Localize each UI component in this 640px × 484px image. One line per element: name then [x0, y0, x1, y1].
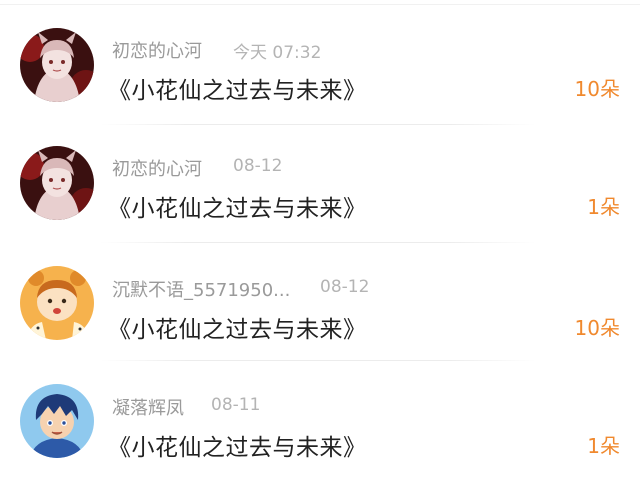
list-item[interactable]: 沉默不语_5571950... 08-12 《小花仙之过去与未来》 10朵	[0, 238, 640, 361]
username[interactable]: 凝落辉凤	[112, 394, 184, 420]
book-title[interactable]: 《小花仙之过去与未来》	[108, 310, 367, 344]
list-item[interactable]: 初恋的心河 08-12 《小花仙之过去与未来》 1朵	[0, 118, 640, 243]
list-item[interactable]: 凝落辉凤 08-11 《小花仙之过去与未来》 1朵	[0, 356, 640, 474]
flower-count: 10朵	[574, 316, 620, 340]
anime-girl-avatar[interactable]	[20, 28, 94, 102]
username[interactable]: 初恋的心河	[112, 155, 202, 181]
timestamp: 今天 07:32	[233, 43, 322, 63]
flower-count: 10朵	[574, 77, 620, 101]
flower-count: 1朵	[587, 434, 620, 458]
username[interactable]: 沉默不语_5571950...	[112, 276, 290, 302]
book-title[interactable]: 《小花仙之过去与未来》	[108, 428, 367, 462]
anime-boy-avatar[interactable]	[20, 384, 94, 458]
book-title[interactable]: 《小花仙之过去与未来》	[108, 71, 367, 105]
cartoon-kid-avatar[interactable]	[20, 266, 94, 340]
timestamp: 08-12	[320, 277, 370, 297]
gift-record-list: 初恋的心河 今天 07:32 《小花仙之过去与未来》 10朵 初恋的心河 08-…	[0, 0, 640, 484]
anime-girl-avatar[interactable]	[20, 146, 94, 220]
timestamp: 08-11	[211, 395, 261, 415]
username[interactable]: 初恋的心河	[112, 37, 202, 63]
list-item[interactable]: 初恋的心河 今天 07:32 《小花仙之过去与未来》 10朵	[0, 0, 640, 125]
book-title[interactable]: 《小花仙之过去与未来》	[108, 189, 367, 223]
timestamp: 08-12	[233, 156, 283, 176]
flower-count: 1朵	[587, 195, 620, 219]
